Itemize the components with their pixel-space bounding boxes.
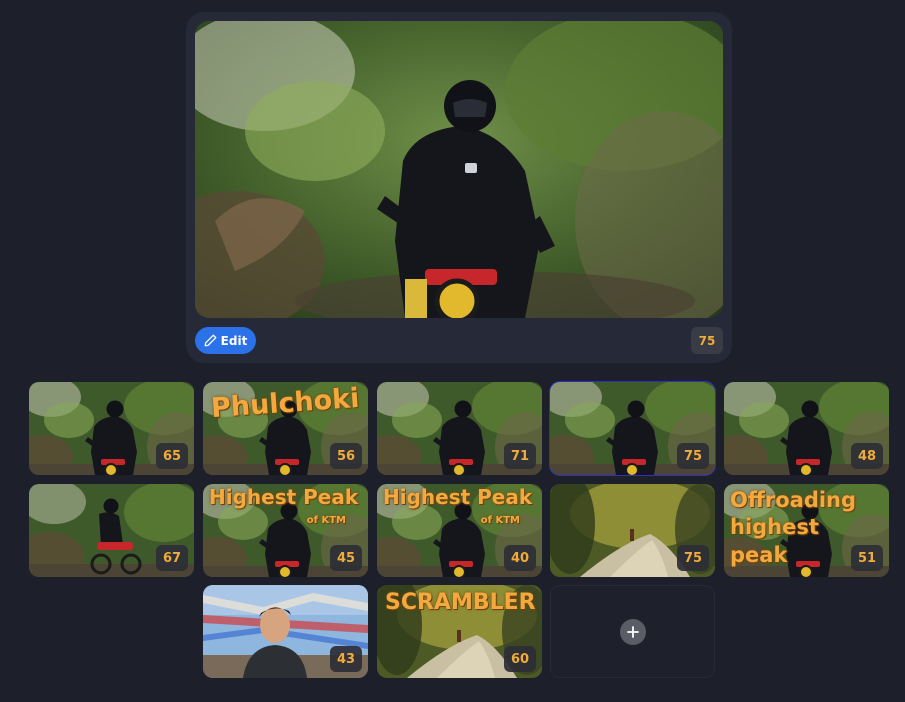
edit-button[interactable]: Edit bbox=[195, 327, 256, 354]
thumbnail-1[interactable]: 65 bbox=[29, 382, 194, 475]
score-badge: 48 bbox=[851, 443, 883, 469]
score-badge: 67 bbox=[156, 545, 188, 571]
thumbnail-2[interactable]: Phulchoki 56 bbox=[203, 382, 368, 475]
thumbnail-4-selected[interactable]: 75 bbox=[549, 381, 716, 476]
preview-card: Edit 75 bbox=[186, 12, 732, 363]
thumbnail-6[interactable]: 67 bbox=[29, 484, 194, 577]
thumbnail-5[interactable]: 48 bbox=[724, 382, 889, 475]
score-badge: 43 bbox=[330, 646, 362, 672]
thumbnail-7[interactable]: Highest Peak of KTM 45 bbox=[203, 484, 368, 577]
overlay-subtitle: of KTM bbox=[480, 515, 520, 526]
thumbnail-3[interactable]: 71 bbox=[377, 382, 542, 475]
overlay-subtitle: of KTM bbox=[306, 515, 346, 526]
plus-icon bbox=[626, 625, 639, 638]
thumbnail-9[interactable]: 75 bbox=[550, 484, 715, 577]
score-badge: 60 bbox=[504, 646, 536, 672]
preview-image bbox=[195, 21, 723, 318]
score-badge: 40 bbox=[504, 545, 536, 571]
thumbnail-10[interactable]: Offroading highest peak 51 bbox=[724, 484, 889, 577]
edit-label: Edit bbox=[220, 333, 248, 348]
score-badge: 56 bbox=[330, 443, 362, 469]
pencil-icon bbox=[204, 334, 217, 347]
preview-score-badge: 75 bbox=[691, 327, 723, 354]
overlay-title: SCRAMBLER bbox=[385, 590, 536, 615]
score-badge: 75 bbox=[677, 545, 709, 571]
score-badge: 75 bbox=[677, 443, 709, 469]
add-circle bbox=[619, 618, 646, 645]
score-badge: 51 bbox=[851, 545, 883, 571]
add-thumbnail-button[interactable] bbox=[550, 585, 715, 678]
score-badge: 45 bbox=[330, 545, 362, 571]
thumbnail-11[interactable]: 43 bbox=[203, 585, 368, 678]
overlay-title: Highest Peak bbox=[383, 485, 533, 509]
overlay-title: Highest Peak bbox=[209, 485, 359, 509]
score-badge: 71 bbox=[504, 443, 536, 469]
score-badge: 65 bbox=[156, 443, 188, 469]
thumbnail-picker: Edit 75 65 Phulchoki 56 71 75 48 67 High… bbox=[0, 0, 905, 702]
thumbnail-12[interactable]: SCRAMBLER 60 bbox=[377, 585, 542, 678]
thumbnail-8[interactable]: Highest Peak of KTM 40 bbox=[377, 484, 542, 577]
